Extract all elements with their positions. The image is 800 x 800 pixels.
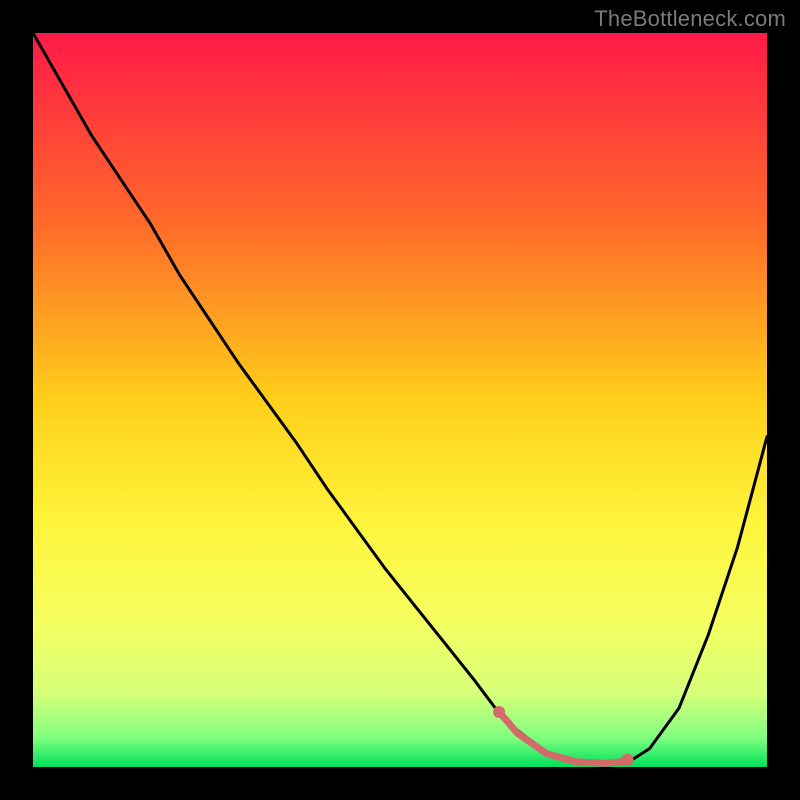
plot-area: [33, 33, 767, 767]
chart-container: TheBottleneck.com: [0, 0, 800, 800]
highlight-dot: [493, 706, 505, 718]
chart-svg: [33, 33, 767, 767]
highlight-dot: [622, 754, 634, 766]
gradient-background: [33, 33, 767, 767]
watermark-text: TheBottleneck.com: [594, 6, 786, 32]
